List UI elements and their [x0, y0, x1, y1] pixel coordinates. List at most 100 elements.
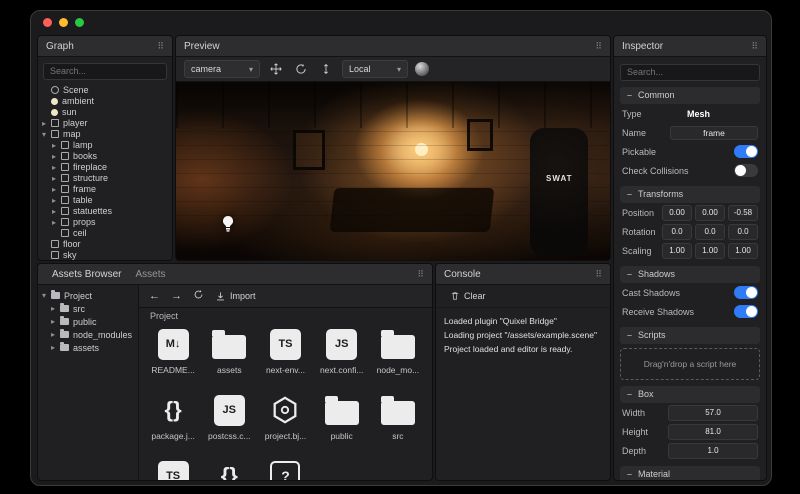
graph-node-floor[interactable]: floor — [42, 239, 168, 250]
graph-node-table[interactable]: table — [42, 195, 168, 206]
section-scripts-header[interactable]: – Scripts — [620, 326, 760, 344]
graph-node-structure[interactable]: structure — [42, 173, 168, 184]
node-label: Scene — [63, 85, 89, 95]
graph-node-props[interactable]: props — [42, 217, 168, 228]
file-postcss-config[interactable]: JS postcss.c... — [205, 392, 253, 448]
chevron-right-icon[interactable] — [51, 316, 60, 327]
chevron-right-icon[interactable] — [52, 184, 61, 195]
file-json[interactable]: {} — [205, 458, 253, 481]
file-next-config[interactable]: JS next.confi... — [318, 326, 366, 382]
tab-assets-browser[interactable]: Assets Browser — [46, 267, 127, 282]
assets-tree-project[interactable]: Project — [42, 289, 134, 302]
clear-button[interactable]: Clear — [444, 289, 492, 303]
drag-handle-icon[interactable]: ⠿ — [595, 269, 602, 280]
chevron-right-icon[interactable] — [42, 118, 51, 129]
maximize-button[interactable] — [75, 18, 84, 27]
rotation-x-field[interactable]: 0.0 — [662, 223, 692, 240]
chevron-right-icon[interactable] — [52, 162, 61, 173]
chevron-right-icon[interactable] — [52, 217, 61, 228]
file-next-env[interactable]: TS next-env... — [261, 326, 309, 382]
position-y-field[interactable]: 0.00 — [695, 204, 725, 221]
viewport-canvas[interactable]: SWAT — [176, 82, 610, 260]
cast-shadows-toggle[interactable] — [734, 286, 758, 299]
graph-node-frame[interactable]: frame — [42, 184, 168, 195]
graph-node-ceil[interactable]: ceil — [42, 228, 168, 239]
section-shadows-header[interactable]: – Shadows — [620, 265, 760, 283]
chevron-right-icon[interactable] — [52, 195, 61, 206]
chevron-down-icon[interactable] — [42, 129, 51, 140]
assets-tree-assets[interactable]: assets — [42, 341, 134, 354]
folder-public[interactable]: public — [318, 392, 366, 448]
section-common-header[interactable]: – Common — [620, 86, 760, 104]
pickable-toggle[interactable] — [734, 145, 758, 158]
assets-tree-public[interactable]: public — [42, 315, 134, 328]
close-button[interactable] — [43, 18, 52, 27]
move-tool-button[interactable] — [267, 61, 285, 77]
environment-sphere-icon[interactable] — [415, 62, 429, 76]
folder-src[interactable]: src — [374, 392, 422, 448]
scaling-z-field[interactable]: 1.00 — [728, 242, 758, 259]
file-readme[interactable]: M↓ README... — [149, 326, 197, 382]
rotation-y-field[interactable]: 0.0 — [695, 223, 725, 240]
graph-node-lamp[interactable]: lamp — [42, 140, 168, 151]
graph-node-fireplace[interactable]: fireplace — [42, 162, 168, 173]
folder-node-modules[interactable]: node_mo... — [374, 326, 422, 382]
chevron-right-icon[interactable] — [52, 206, 61, 217]
check-collisions-toggle[interactable] — [734, 164, 758, 177]
receive-shadows-toggle[interactable] — [734, 305, 758, 318]
rotate-tool-button[interactable] — [292, 61, 310, 77]
chevron-right-icon[interactable] — [52, 173, 61, 184]
light-gizmo-icon[interactable] — [215, 211, 241, 237]
file-package-json[interactable]: {} package.j... — [149, 392, 197, 448]
scaling-y-field[interactable]: 1.00 — [695, 242, 725, 259]
chevron-right-icon[interactable] — [52, 140, 61, 151]
width-field[interactable]: 57.0 — [668, 404, 758, 421]
graph-node-scene[interactable]: Scene — [42, 85, 168, 96]
file-typescript[interactable]: TS — [149, 458, 197, 480]
graph-node-statuettes[interactable]: statuettes — [42, 206, 168, 217]
graph-node-books[interactable]: books — [42, 151, 168, 162]
transform-space-select[interactable]: Local ▾ — [342, 60, 408, 78]
chevron-down-icon[interactable] — [42, 290, 51, 301]
import-button[interactable]: Import — [215, 291, 256, 302]
minimize-button[interactable] — [59, 18, 68, 27]
graph-node-player[interactable]: player — [42, 118, 168, 129]
depth-field[interactable]: 1.0 — [668, 442, 758, 459]
forward-button[interactable]: → — [171, 290, 182, 302]
section-transforms-header[interactable]: – Transforms — [620, 185, 760, 203]
chevron-right-icon[interactable] — [51, 342, 60, 353]
script-dropzone[interactable]: Drag'n'drop a script here — [620, 347, 760, 380]
assets-tree-src[interactable]: src — [42, 302, 134, 315]
breadcrumb[interactable]: Project — [139, 308, 432, 323]
drag-handle-icon[interactable]: ⠿ — [157, 41, 164, 52]
drag-handle-icon[interactable]: ⠿ — [417, 269, 424, 280]
file-project-scene[interactable]: project.bj... — [261, 392, 309, 448]
drag-handle-icon[interactable]: ⠿ — [751, 41, 758, 52]
file-unknown[interactable]: ? — [261, 458, 309, 480]
assets-tree-node-modules[interactable]: node_modules — [42, 328, 134, 341]
position-z-field[interactable]: -0.58 — [728, 204, 758, 221]
position-x-field[interactable]: 0.00 — [662, 204, 692, 221]
scale-tool-button[interactable] — [317, 61, 335, 77]
name-field[interactable] — [670, 125, 758, 140]
section-box-header[interactable]: – Box — [620, 385, 760, 403]
graph-node-ambient[interactable]: ambient — [42, 96, 168, 107]
folder-assets[interactable]: assets — [205, 326, 253, 382]
drag-handle-icon[interactable]: ⠿ — [595, 41, 602, 52]
height-field[interactable]: 81.0 — [668, 423, 758, 440]
graph-search-input[interactable] — [43, 62, 167, 80]
graph-node-sun[interactable]: sun — [42, 107, 168, 118]
chevron-right-icon[interactable] — [51, 303, 60, 314]
scaling-x-field[interactable]: 1.00 — [662, 242, 692, 259]
graph-node-map[interactable]: map — [42, 129, 168, 140]
tab-assets[interactable]: Assets — [129, 267, 171, 282]
camera-select[interactable]: camera ▾ — [184, 60, 260, 78]
back-button[interactable]: ← — [149, 290, 160, 302]
chevron-right-icon[interactable] — [51, 329, 60, 340]
inspector-search-input[interactable] — [620, 63, 760, 81]
refresh-button[interactable] — [193, 289, 204, 303]
section-material-header[interactable]: – Material — [620, 465, 760, 480]
graph-node-sky[interactable]: sky — [42, 250, 168, 260]
rotation-z-field[interactable]: 0.0 — [728, 223, 758, 240]
chevron-right-icon[interactable] — [52, 151, 61, 162]
